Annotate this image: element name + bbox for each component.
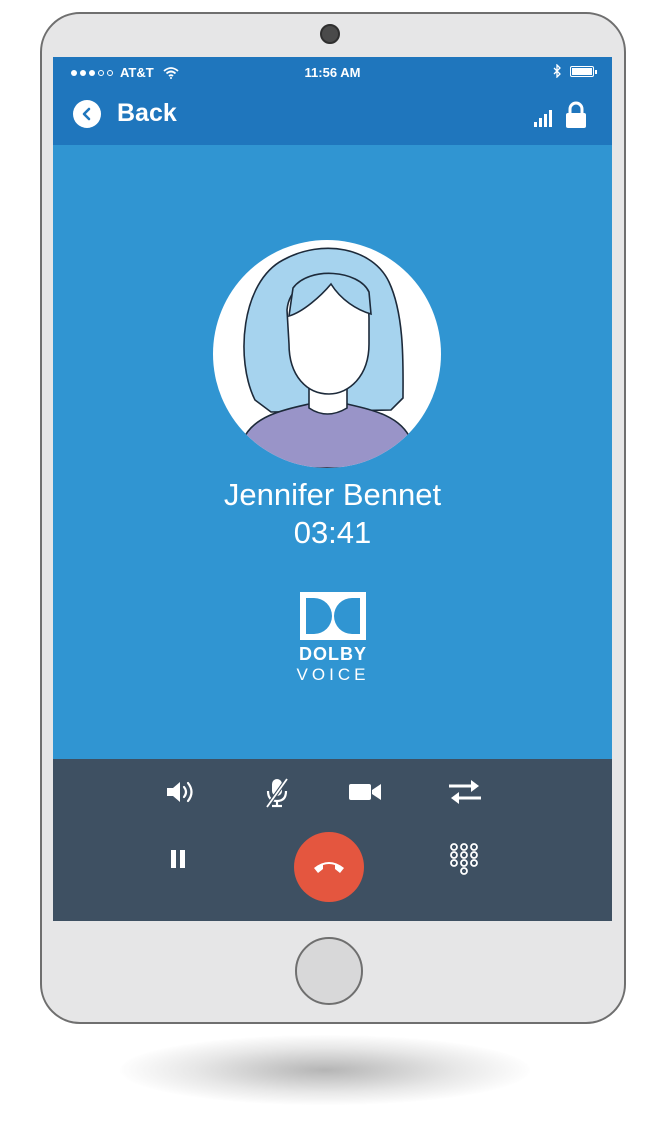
- status-bar: AT&T 11:56 AM: [53, 57, 612, 87]
- mute-mic-icon[interactable]: [263, 777, 291, 814]
- battery-icon: [570, 65, 597, 77]
- back-label: Back: [117, 99, 177, 127]
- bluetooth-icon: [553, 64, 562, 78]
- home-button[interactable]: [295, 937, 363, 1005]
- dolby-wordmark: DOLBY: [299, 644, 367, 664]
- keypad-icon[interactable]: [449, 843, 479, 880]
- dolby-voice-logo: DOLBY VOICE: [293, 592, 373, 685]
- front-camera: [320, 24, 340, 44]
- nav-right: [534, 101, 588, 129]
- phone-screen: AT&T 11:56 AM Back Jennifer Bennet 03:41…: [53, 57, 612, 921]
- video-camera-icon[interactable]: [347, 781, 383, 808]
- voice-wordmark: VOICE: [296, 665, 370, 684]
- caller-avatar: [213, 240, 441, 468]
- lock-icon[interactable]: [564, 101, 588, 129]
- nav-bar: Back: [53, 87, 612, 145]
- end-call-button[interactable]: [294, 832, 364, 902]
- status-right: [553, 64, 597, 78]
- chevron-left-icon: [73, 99, 101, 128]
- device-shadow: [120, 1035, 530, 1105]
- end-call-icon: [312, 858, 346, 876]
- signal-bars-icon: [534, 109, 552, 127]
- call-duration: 03:41: [293, 515, 372, 550]
- transfer-arrows-icon[interactable]: [447, 777, 483, 812]
- pause-icon[interactable]: [169, 849, 187, 874]
- call-controls: [53, 759, 612, 921]
- status-time: 11:56 AM: [304, 65, 361, 80]
- caller-name: Jennifer Bennet: [223, 477, 442, 512]
- back-button[interactable]: Back: [73, 99, 177, 128]
- dolby-double-d-mark: [300, 592, 366, 640]
- speaker-icon[interactable]: [165, 779, 199, 810]
